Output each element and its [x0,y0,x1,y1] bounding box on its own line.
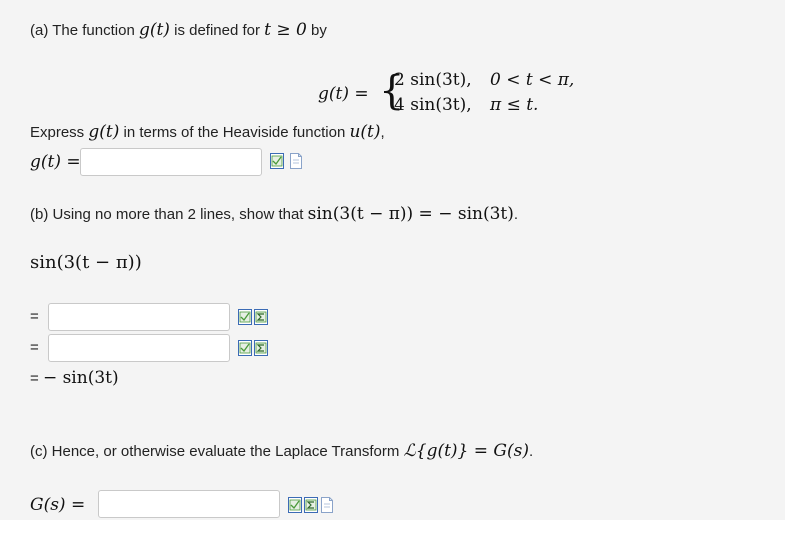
case2-expression: 4 sin(3t), [394,95,472,115]
preview-document-icon[interactable] [289,153,303,169]
equation-editor-icon[interactable] [288,497,302,513]
question-panel: (a) The function g(t) is defined for t ≥… [0,0,785,520]
line2-equals: = [30,339,39,356]
case1-expression: 2 sin(3t), [394,70,472,90]
equation-editor-icon[interactable] [238,340,252,356]
laplace-answer-input[interactable] [98,490,280,518]
equation-editor-icon[interactable] [238,309,252,325]
part-a-intro: (a) The function g(t) is defined for t ≥… [30,20,327,40]
sigma-symbol-icon[interactable] [254,309,268,325]
piecewise-lhs: g(t) = [318,84,369,104]
part-c-prompt: (c) Hence, or otherwise evaluate the Lap… [30,441,534,461]
line2-answer-input[interactable] [48,334,230,362]
part-c-answer-label: G(s) = [30,495,86,515]
line1-answer-input[interactable] [48,303,230,331]
final-line: = − sin(3t) [30,368,119,388]
part-a-answer-label: g(t) = [30,152,81,172]
line1-equals: = [30,308,39,325]
equation-editor-icon[interactable] [270,153,284,169]
case2-condition: π ≤ t. [490,95,539,115]
part-b-prompt: (b) Using no more than 2 lines, show tha… [30,204,519,224]
sigma-symbol-icon[interactable] [304,497,318,513]
part-b-start-expression: sin(3(t − π)) [30,252,142,273]
case1-condition: 0 < t < π, [490,70,575,90]
part-a-express: Express g(t) in terms of the Heaviside f… [30,122,385,142]
sigma-symbol-icon[interactable] [254,340,268,356]
preview-document-icon[interactable] [320,497,334,513]
g-of-t-answer-input[interactable] [80,148,262,176]
